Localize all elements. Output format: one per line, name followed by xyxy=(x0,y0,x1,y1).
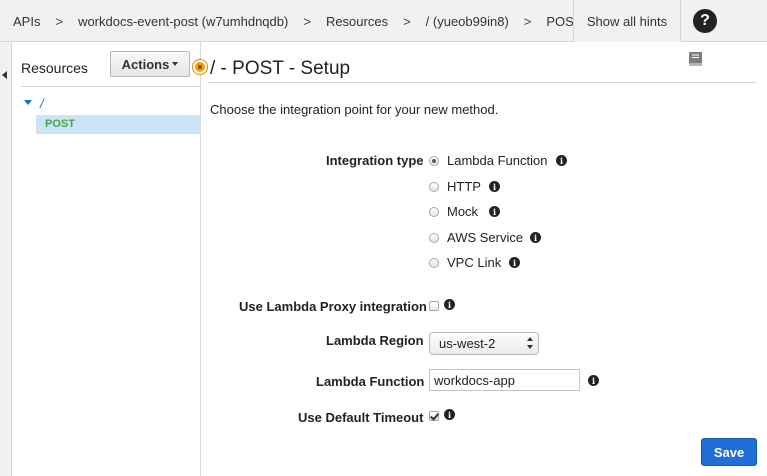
info-icon[interactable]: i xyxy=(509,257,520,268)
default-timeout-checkbox[interactable] xyxy=(429,411,439,421)
actions-button[interactable]: Actions xyxy=(110,51,190,77)
intro-text: Choose the integration point for your ne… xyxy=(210,102,499,117)
proxy-integration-checkbox[interactable] xyxy=(429,301,439,311)
title-divider xyxy=(208,82,756,83)
info-icon[interactable]: i xyxy=(588,375,599,386)
option-vpc-link[interactable]: VPC Link xyxy=(447,255,501,270)
resources-panel: Resources Actions / POST xyxy=(12,42,201,476)
lambda-function-input[interactable] xyxy=(429,369,580,391)
breadcrumb-separator: > xyxy=(523,13,532,29)
breadcrumb-apis[interactable]: APIs xyxy=(13,14,40,29)
lambda-region-label: Lambda Region xyxy=(326,333,424,348)
option-http[interactable]: HTTP xyxy=(447,179,481,194)
radio-http[interactable] xyxy=(429,182,439,192)
radio-aws-service[interactable] xyxy=(429,233,439,243)
select-arrows-icon xyxy=(527,337,534,350)
proxy-integration-label: Use Lambda Proxy integration xyxy=(239,299,427,314)
show-all-hints-button[interactable]: Show all hints xyxy=(573,0,681,42)
breadcrumb-separator: > xyxy=(403,13,411,29)
info-icon[interactable]: i xyxy=(556,155,567,166)
chevron-left-icon xyxy=(2,71,7,79)
breadcrumb-separator: > xyxy=(55,13,64,29)
breadcrumb-resources[interactable]: Resources xyxy=(326,14,388,29)
resources-title: Resources xyxy=(21,60,88,76)
help-icon[interactable]: ? xyxy=(693,9,717,33)
info-icon[interactable]: i xyxy=(444,409,455,420)
breadcrumb-separator: > xyxy=(303,13,311,29)
tree-expand-icon[interactable] xyxy=(24,100,32,105)
info-icon[interactable]: i xyxy=(489,206,500,217)
info-icon[interactable]: i xyxy=(530,232,541,243)
tree-item-root[interactable]: / xyxy=(40,96,44,111)
resize-handle-icon[interactable] xyxy=(193,60,207,74)
tree-item-post[interactable]: POST xyxy=(36,115,201,134)
lambda-function-label: Lambda Function xyxy=(316,374,425,389)
breadcrumb-resource-root[interactable]: / (yueob99in8) xyxy=(426,14,509,29)
breadcrumb: APIs > workdocs-event-post (w7umhdnqdb) … xyxy=(13,0,582,42)
integration-type-label: Integration type xyxy=(326,153,424,168)
breadcrumb-api-name[interactable]: workdocs-event-post (w7umhdnqdb) xyxy=(78,14,288,29)
top-bar: APIs > workdocs-event-post (w7umhdnqdb) … xyxy=(0,0,767,42)
radio-mock[interactable] xyxy=(429,207,439,217)
info-icon[interactable]: i xyxy=(444,299,455,310)
radio-lambda-function[interactable] xyxy=(429,156,439,166)
book-icon[interactable] xyxy=(687,51,705,67)
option-mock[interactable]: Mock xyxy=(447,204,478,219)
default-timeout-label: Use Default Timeout xyxy=(298,410,424,425)
lambda-region-select[interactable]: us-west-2 xyxy=(429,332,539,355)
radio-vpc-link[interactable] xyxy=(429,258,439,268)
collapse-sidebar-strip[interactable] xyxy=(0,42,12,476)
lambda-region-value: us-west-2 xyxy=(439,336,496,351)
page-title: / - POST - Setup xyxy=(210,58,351,79)
divider xyxy=(21,86,201,87)
option-lambda-function[interactable]: Lambda Function xyxy=(447,153,547,168)
actions-label: Actions xyxy=(121,56,170,72)
info-icon[interactable]: i xyxy=(489,181,500,192)
save-button[interactable]: Save xyxy=(701,438,757,466)
caret-down-icon xyxy=(172,62,179,66)
option-aws-service[interactable]: AWS Service xyxy=(447,230,523,245)
